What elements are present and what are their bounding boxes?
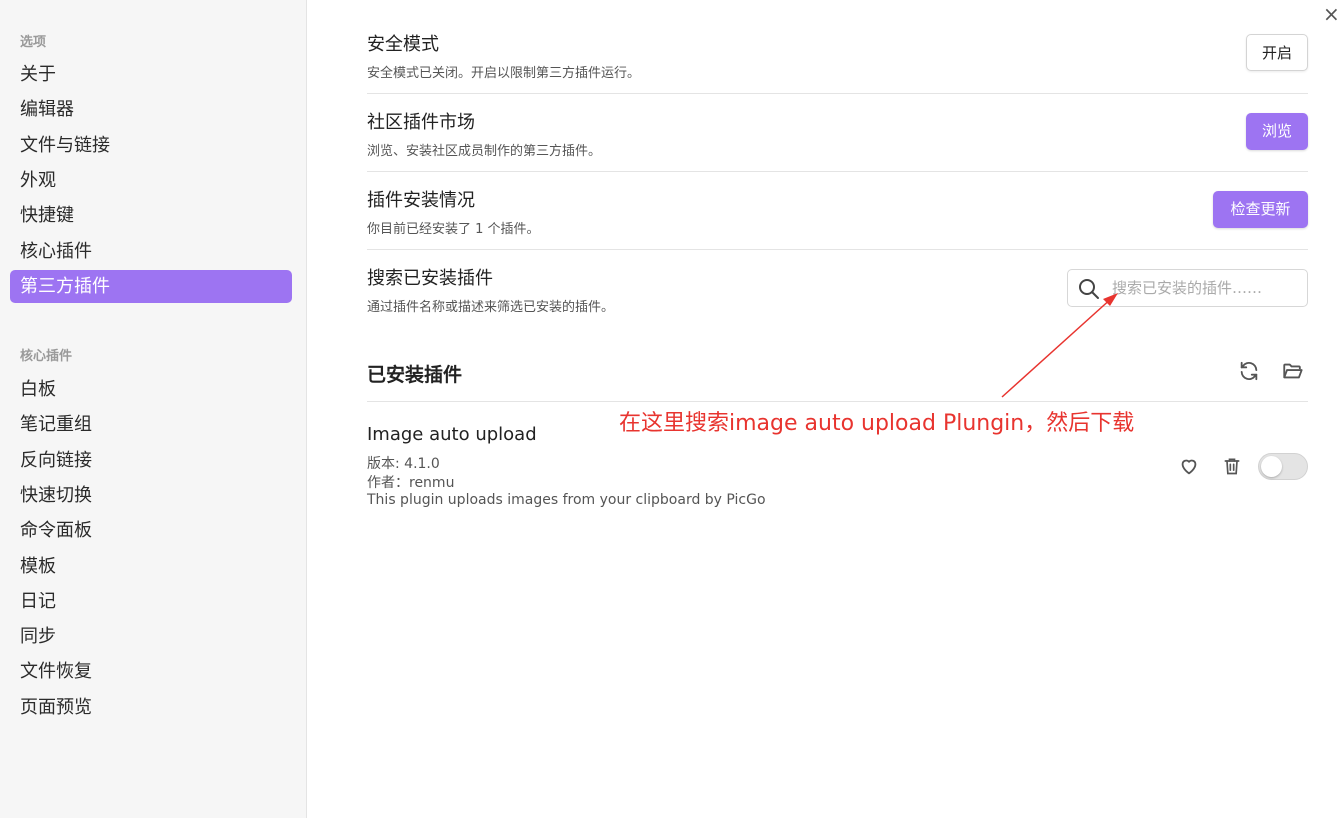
check-updates-button[interactable]: 检查更新	[1213, 191, 1308, 228]
setting-description: 安全模式已关闭。开启以限制第三方插件运行。	[367, 66, 641, 81]
plugin-version: 版本: 4.1.0	[367, 456, 440, 472]
close-icon[interactable]: ×	[1323, 2, 1339, 26]
sidebar-item-3[interactable]: 外观	[10, 164, 292, 197]
plugin-description: This plugin uploads images from your cli…	[367, 492, 766, 508]
sidebar-item-0[interactable]: 关于	[10, 58, 292, 91]
folder-open-icon[interactable]	[1281, 360, 1304, 386]
sidebar-item-core-8[interactable]: 文件恢复	[10, 655, 292, 688]
sidebar-group-title-core-plugins: 核心插件	[20, 349, 73, 364]
sidebar-item-core-4[interactable]: 命令面板	[10, 514, 292, 547]
sidebar-group-title-options: 选项	[20, 35, 47, 50]
search-box[interactable]	[1067, 269, 1308, 307]
sidebar-item-core-5[interactable]: 模板	[10, 550, 292, 583]
search-installed-plugins-input[interactable]	[1112, 270, 1302, 306]
sidebar-item-core-2[interactable]: 反向链接	[10, 444, 292, 477]
setting-name: 安全模式	[367, 34, 439, 55]
annotation-text: 在这里搜索image auto upload Plungin，然后下载	[619, 411, 1135, 436]
setting-community-plugins: 社区插件市场 浏览、安装社区成员制作的第三方插件。	[367, 108, 1308, 159]
divider	[367, 93, 1308, 94]
plugin-name: Image auto upload	[367, 424, 537, 445]
setting-install-status: 插件安装情况 你目前已经安装了 1 个插件。	[367, 186, 1308, 237]
sidebar-item-core-1[interactable]: 笔记重组	[10, 408, 292, 441]
search-icon	[1078, 278, 1100, 304]
sidebar-item-core-3[interactable]: 快速切换	[10, 479, 292, 512]
sidebar-item-2[interactable]: 文件与链接	[10, 129, 292, 162]
divider	[367, 171, 1308, 172]
setting-name: 社区插件市场	[367, 112, 475, 133]
installed-plugins-heading: 已安装插件	[367, 364, 463, 386]
sidebar-item-5[interactable]: 核心插件	[10, 235, 292, 268]
trash-icon[interactable]	[1222, 455, 1242, 481]
settings-sidebar: 选项 关于 编辑器 文件与链接 外观 快捷键 核心插件 第三方插件 核心插件 白板 笔记重组反…	[0, 0, 307, 818]
divider	[367, 249, 1308, 250]
settings-content: × 安全模式 安全模式已关闭。开启以限制第三方插件运行。 开启 社区插件市场 浏…	[307, 0, 1339, 818]
setting-description: 浏览、安装社区成员制作的第三方插件。	[367, 144, 602, 159]
divider	[367, 401, 1308, 402]
heart-icon[interactable]	[1178, 455, 1200, 481]
sidebar-item-1[interactable]: 编辑器	[10, 93, 292, 126]
sidebar-item-core-7[interactable]: 同步	[10, 620, 292, 653]
sidebar-item-6[interactable]: 第三方插件	[10, 269, 292, 303]
safe-mode-enable-button[interactable]: 开启	[1246, 34, 1308, 71]
browse-button[interactable]: 浏览	[1246, 113, 1308, 150]
sidebar-item-4[interactable]: 快捷键	[10, 199, 292, 232]
sidebar-item-core-6[interactable]: 日记	[10, 585, 292, 618]
plugin-author: 作者：renmu	[367, 475, 455, 491]
setting-safe-mode: 安全模式 安全模式已关闭。开启以限制第三方插件运行。	[367, 30, 1308, 81]
setting-name: 插件安装情况	[367, 190, 475, 211]
refresh-icon[interactable]	[1238, 360, 1260, 386]
setting-description: 你目前已经安装了 1 个插件。	[367, 222, 540, 237]
plugin-enable-toggle[interactable]	[1258, 453, 1308, 480]
sidebar-item-core-0[interactable]: 白板	[10, 373, 292, 406]
sidebar-item-core-9[interactable]: 页面预览	[10, 691, 292, 724]
toggle-knob	[1261, 456, 1282, 477]
